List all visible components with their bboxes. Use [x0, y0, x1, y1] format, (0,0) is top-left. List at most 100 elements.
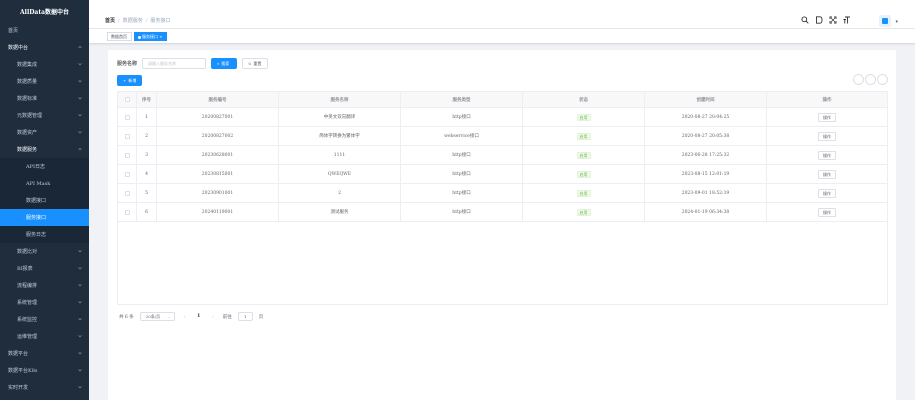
refresh-icon: ↻: [248, 60, 252, 66]
cell-code: 20230628001: [157, 146, 279, 164]
sidebar-item[interactable]: 首页: [0, 22, 89, 39]
sidebar-item-label: 服务接口: [26, 215, 47, 221]
row-select-cell: [118, 184, 137, 202]
status-cell: 启用: [523, 203, 645, 221]
sidebar-item[interactable]: 数据接口: [0, 192, 89, 209]
search-button[interactable]: ⌕ 搜索: [211, 57, 237, 69]
sidebar-item-label: 数据中台: [8, 45, 29, 51]
next-page-button[interactable]: ›: [209, 314, 217, 320]
operation-button[interactable]: 操作: [818, 131, 836, 141]
header-select-all[interactable]: [118, 92, 137, 107]
operation-button[interactable]: 操作: [818, 188, 836, 198]
sidebar-item-label: 系统监控: [17, 317, 38, 323]
sidebar-item-label: API日志: [26, 164, 45, 170]
sidebar-item[interactable]: BI报表: [0, 260, 89, 277]
avatar[interactable]: [879, 15, 891, 27]
table-header: 序号 服务编号 服务名称 服务类型 状态 创建时间 操作: [118, 92, 887, 108]
sidebar-item[interactable]: 数据平台: [0, 345, 89, 362]
sidebar-item[interactable]: 数据服务: [0, 141, 89, 158]
table-row[interactable]: 6 20240119001 测试服务 http接口 启用 2024-01-19 06:34…: [118, 203, 887, 222]
status-cell: 启用: [523, 127, 645, 145]
column-header: 服务编号: [157, 92, 279, 107]
checkbox[interactable]: [124, 171, 130, 177]
sidebar-item[interactable]: 数据平台K8s: [0, 362, 89, 379]
columns-icon[interactable]: [877, 74, 888, 85]
sidebar-item[interactable]: 服务日志: [0, 226, 89, 243]
document-icon[interactable]: [815, 16, 823, 24]
cell-index: 6: [137, 203, 157, 221]
checkbox[interactable]: [124, 97, 130, 102]
service-name-input[interactable]: 请输入服务名称: [142, 57, 206, 69]
row-select-cell: [118, 108, 137, 126]
sidebar-item[interactable]: API Mask: [0, 175, 89, 192]
table-row[interactable]: 3 20230628001 1111 http接口 启用 2023-06-28 17:25…: [118, 146, 887, 165]
checkbox[interactable]: [124, 190, 130, 196]
chevron-up-icon: [78, 45, 82, 49]
tag-data-home[interactable]: 数据首页: [107, 32, 132, 41]
chevron-down-icon: [78, 317, 82, 321]
sidebar-item[interactable]: 流程编排: [0, 277, 89, 294]
cell-name: 2: [279, 184, 401, 202]
breadcrumb-data-service[interactable]: 数据服务: [123, 18, 143, 24]
sidebar-item[interactable]: API日志: [0, 158, 89, 175]
chevron-down-icon: [78, 79, 82, 83]
table-row[interactable]: 2 20200827002 简体字转换为繁体字 webservice接口 启用 2020-…: [118, 127, 887, 146]
prev-page-button[interactable]: ‹: [181, 314, 189, 320]
table-row[interactable]: 5 20230901001 2 http接口 启用 2023-09-01 18:52:19…: [118, 184, 887, 203]
sidebar-item[interactable]: 运维管理: [0, 328, 89, 345]
operation-cell: 操作: [767, 165, 887, 183]
sidebar-item[interactable]: 数据比对: [0, 243, 89, 260]
sidebar-item[interactable]: 元数据管理: [0, 107, 89, 124]
search-form: 服务名称 请输入服务名称 ⌕ 搜索 ↻ 重置: [117, 57, 268, 69]
sidebar-item[interactable]: 系统监控: [0, 311, 89, 328]
sidebar-menu: 首页数据中台数据集成 数据质量 数据标准 元数据管理 数据资产 数据服务 API日志 API …: [0, 22, 89, 396]
operation-button[interactable]: 操作: [818, 169, 836, 179]
page-size-select[interactable]: 20条/页 ⌄: [139, 312, 175, 321]
cell-name: QWEQWE: [279, 165, 401, 183]
sidebar-item[interactable]: 数据质量: [0, 73, 89, 90]
refresh-icon[interactable]: [865, 74, 876, 85]
sidebar-item[interactable]: 数据资产: [0, 124, 89, 141]
add-button[interactable]: + 新增: [117, 75, 142, 86]
chevron-down-icon[interactable]: ▾: [895, 19, 898, 25]
checkbox[interactable]: [124, 133, 130, 139]
operation-button[interactable]: 操作: [818, 150, 836, 160]
reset-button-label: 重置: [253, 60, 262, 66]
checkbox[interactable]: [124, 152, 130, 158]
sidebar-item[interactable]: 系统管理: [0, 294, 89, 311]
fullscreen-icon[interactable]: [829, 16, 837, 24]
chevron-down-icon: [78, 96, 82, 100]
table-row[interactable]: 1 20200827001 中英文双向翻译 http接口 启用 2020-08-27 20…: [118, 108, 887, 127]
operation-button[interactable]: 操作: [818, 112, 836, 122]
reset-button[interactable]: ↻ 重置: [242, 57, 268, 69]
checkbox[interactable]: [124, 114, 130, 120]
checkbox[interactable]: [124, 209, 130, 215]
goto-page-input[interactable]: 1: [237, 312, 253, 321]
operation-button[interactable]: 操作: [818, 207, 836, 217]
close-icon[interactable]: ×: [159, 34, 162, 39]
cell-type: webservice接口: [401, 127, 523, 145]
sidebar-item[interactable]: 数据中台: [0, 39, 89, 56]
status-cell: 启用: [523, 165, 645, 183]
status-badge: 启用: [576, 170, 591, 178]
sidebar-item[interactable]: 实时开发: [0, 379, 89, 396]
search-icon[interactable]: [801, 16, 809, 24]
page-number-current[interactable]: 1: [195, 314, 203, 319]
sidebar-item[interactable]: 服务接口: [0, 209, 89, 226]
status-badge: 启用: [576, 113, 591, 121]
status-cell: 启用: [523, 184, 645, 202]
toggle-search-icon[interactable]: [853, 74, 864, 85]
sidebar-item-label: BI报表: [17, 266, 33, 272]
cell-name: 1111: [279, 146, 401, 164]
tag-service-interface[interactable]: 服务接口 ×: [134, 32, 167, 41]
sidebar-item[interactable]: 数据标准: [0, 90, 89, 107]
service-name-label: 服务名称: [117, 60, 138, 67]
cell-type: http接口: [401, 203, 523, 221]
chevron-down-icon: [78, 283, 82, 287]
table-row[interactable]: 4 20230815001 QWEQWE http接口 启用 2023-08-15 12:…: [118, 165, 887, 184]
breadcrumb-home[interactable]: 首页: [105, 18, 115, 24]
sidebar-item[interactable]: 数据集成: [0, 56, 89, 73]
operation-cell: 操作: [767, 203, 887, 221]
cell-name: 中英文双向翻译: [279, 108, 401, 126]
font-size-icon[interactable]: [843, 16, 851, 24]
